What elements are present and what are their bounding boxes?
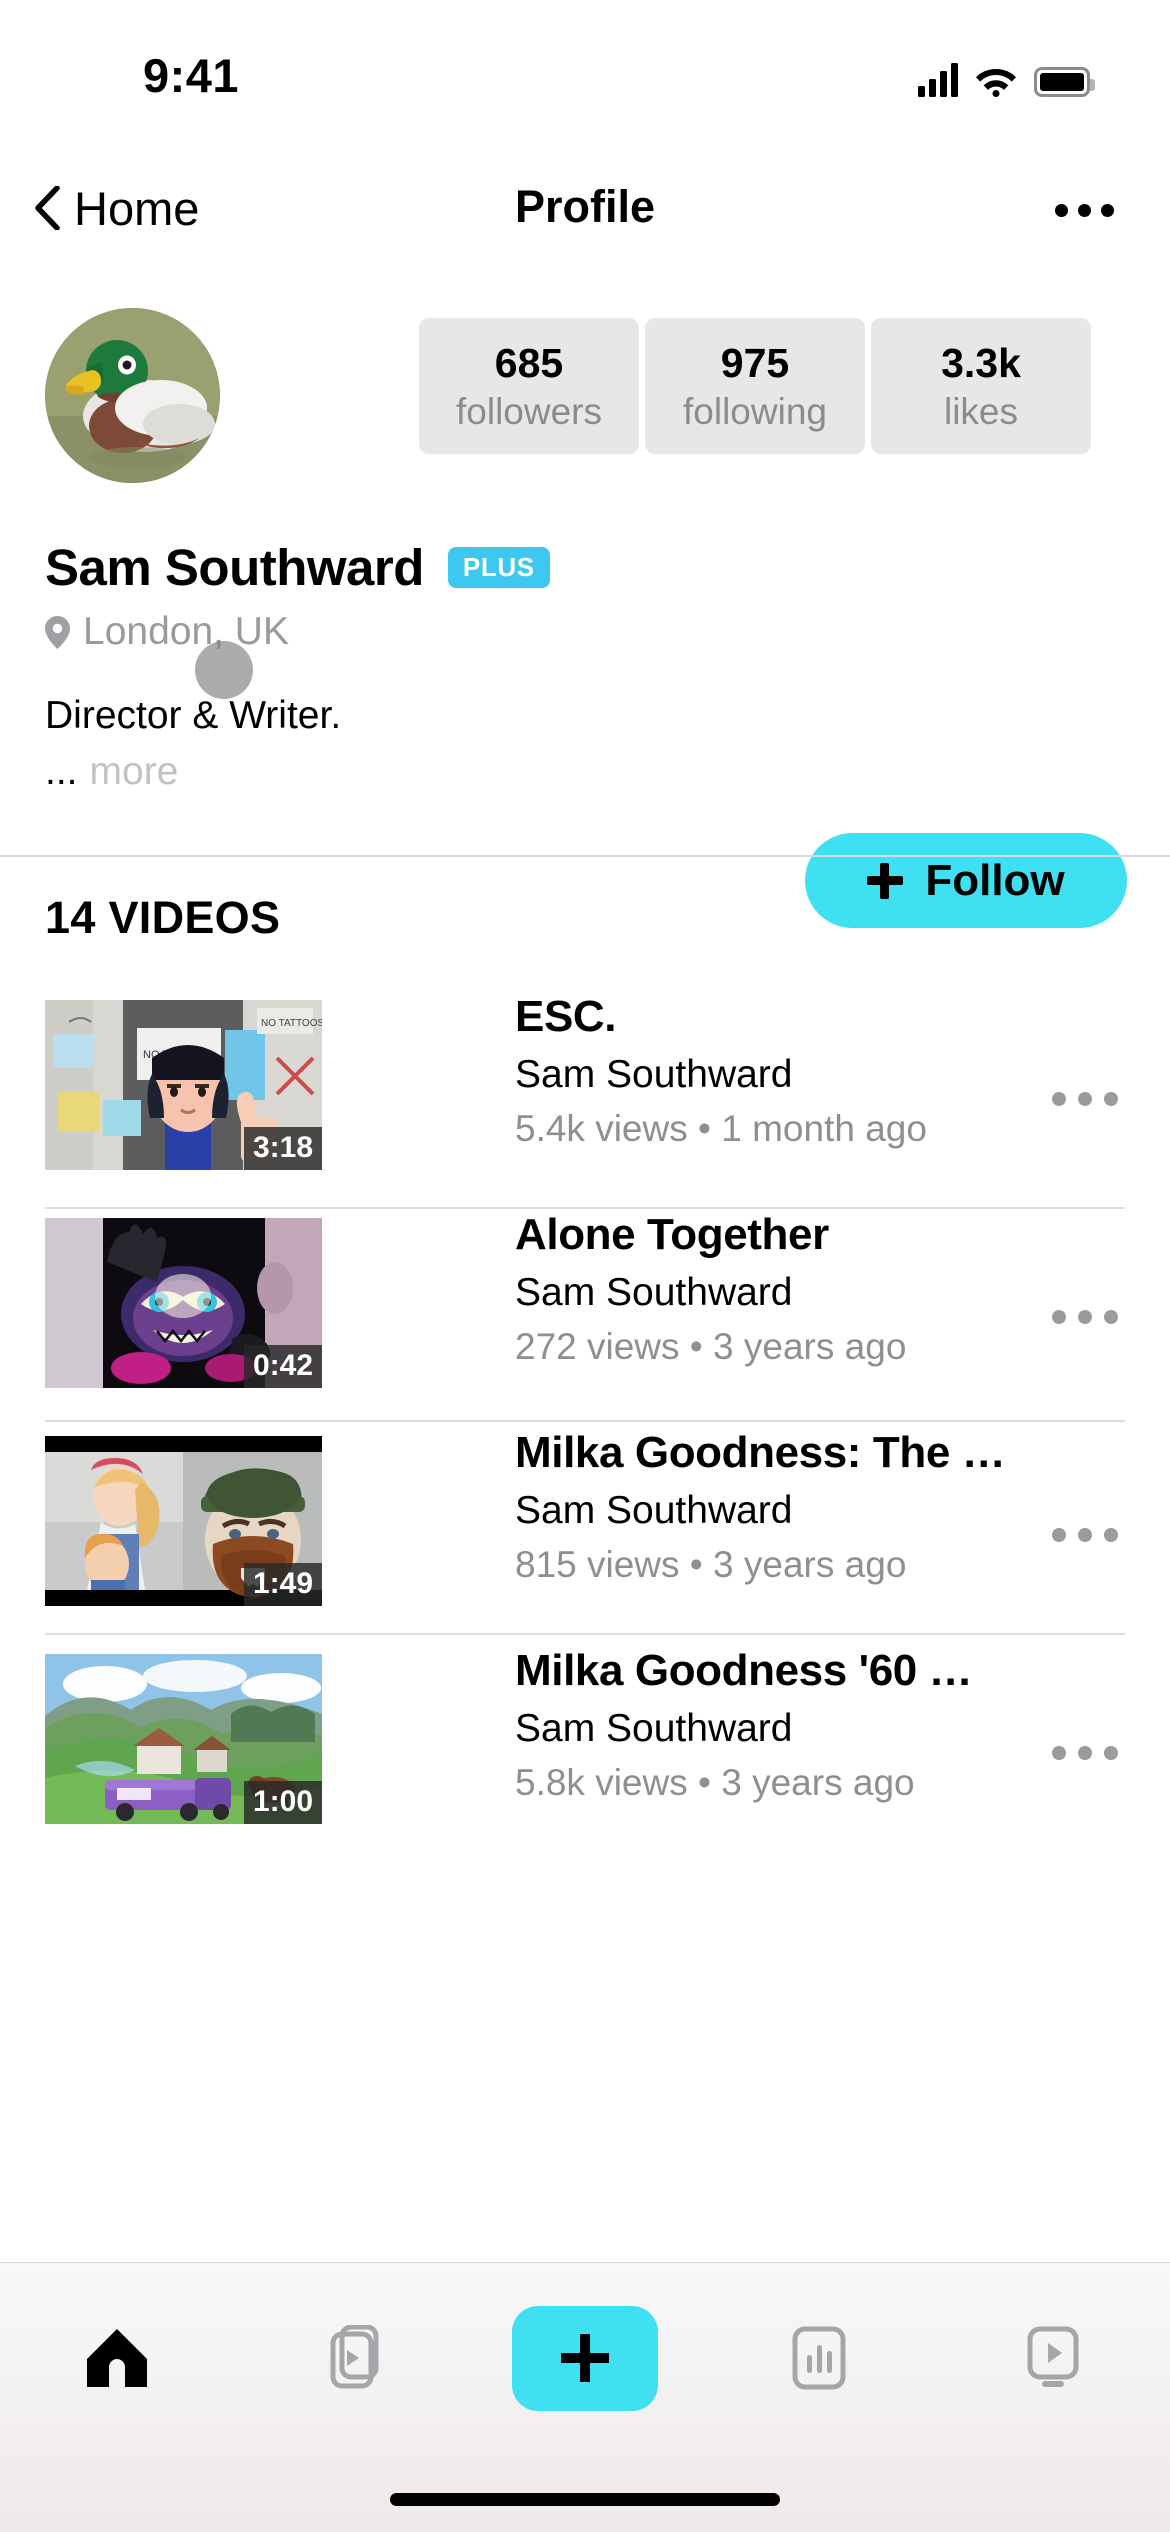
video-stats: 5.8k views • 3 years ago — [515, 1762, 915, 1803]
home-indicator — [390, 2493, 780, 2506]
create-tab[interactable] — [468, 2293, 702, 2423]
status-bar-time: 9:41 — [143, 49, 240, 102]
list-separator — [45, 1420, 1125, 1422]
plus-badge: PLUS — [447, 547, 550, 588]
video-overflow-menu-icon[interactable] — [1052, 1310, 1118, 1324]
map-pin-icon — [45, 615, 70, 649]
navigation-bar: Home Profile — [0, 155, 1170, 265]
home-tab[interactable] — [0, 2293, 234, 2423]
list-separator — [45, 1207, 1125, 1209]
create-button[interactable] — [512, 2305, 658, 2411]
video-title: Alone Together — [515, 1210, 829, 1259]
touch-cursor — [195, 641, 253, 699]
video-meta: Milka Goodness '60 … Sam Southward 5.8k … — [515, 1646, 995, 1804]
stat-followers[interactable]: 685 followers — [419, 318, 639, 454]
video-duration: 1:49 — [243, 1563, 322, 1606]
profile-name-row: Sam Southward PLUS — [45, 538, 550, 597]
home-icon — [87, 2329, 147, 2387]
wifi-icon — [975, 65, 1017, 97]
video-list-item[interactable]: 1:49 Milka Goodness: The … Sam Southward… — [0, 1428, 1170, 1648]
avatar[interactable] — [45, 308, 220, 483]
video-overflow-menu-icon[interactable] — [1052, 1746, 1118, 1760]
tv-play-icon — [1027, 2326, 1079, 2387]
status-bar: 9:41 — [0, 0, 1170, 150]
alone-together-thumbnail[interactable]: 0:42 — [45, 1218, 322, 1388]
video-overflow-menu-icon[interactable] — [1052, 1092, 1118, 1106]
battery-full-icon — [1034, 67, 1095, 97]
stat-following[interactable]: 975 following — [645, 318, 865, 454]
bar-chart-icon — [792, 2326, 846, 2390]
plus-icon — [867, 862, 904, 899]
video-meta: Alone Together Sam Southward 272 views •… — [515, 1210, 995, 1368]
follow-button[interactable]: Follow — [805, 833, 1127, 928]
bio-more-row[interactable]: ... more — [45, 750, 178, 794]
video-list-item[interactable]: 0:42 Alone Together Sam Southward 272 vi… — [0, 1210, 1170, 1430]
video-overflow-menu-icon[interactable] — [1052, 1528, 1118, 1542]
plus-icon — [561, 2334, 609, 2382]
analytics-tab[interactable] — [702, 2293, 936, 2423]
bio-more-link[interactable]: more — [90, 750, 179, 794]
stat-label: likes — [943, 390, 1019, 432]
esc-thumbnail[interactable]: NO TATTOOS NO TATTOOS — [45, 1000, 322, 1170]
duck-avatar — [45, 308, 220, 483]
milka-60-thumbnail[interactable]: 1:00 — [45, 1654, 322, 1824]
list-separator — [45, 1633, 1125, 1635]
video-stack-icon — [330, 2325, 379, 2389]
video-author: Sam Southward — [515, 1707, 793, 1750]
milka-the-thumbnail[interactable]: 1:49 — [45, 1436, 322, 1606]
stat-value: 3.3k — [941, 339, 1021, 386]
page-title: Profile — [514, 181, 656, 232]
video-author: Sam Southward — [515, 1053, 793, 1096]
bio-ellipsis: ... — [45, 750, 78, 793]
video-duration: 0:42 — [243, 1345, 322, 1388]
status-bar-icons — [918, 55, 1095, 97]
video-title: Milka Goodness '60 … — [515, 1646, 973, 1695]
video-title: ESC. — [515, 992, 617, 1041]
profile-bio: Director & Writer. — [45, 694, 342, 737]
video-meta: Milka Goodness: The … Sam Southward 815 … — [515, 1428, 1006, 1586]
svg-text:NO TATTOOS: NO TATTOOS — [261, 1018, 322, 1029]
video-stats: 272 views • 3 years ago — [515, 1326, 907, 1367]
video-list-item[interactable]: 1:00 Milka Goodness '60 … Sam Southward … — [0, 1646, 1170, 1866]
videos-section-heading: 14 VIDEOS — [45, 892, 281, 943]
video-duration: 1:00 — [243, 1781, 322, 1824]
profile-location: London, UK — [83, 610, 289, 653]
video-title: Milka Goodness: The … — [515, 1428, 1006, 1477]
overflow-menu-icon[interactable] — [1055, 185, 1114, 235]
video-author: Sam Southward — [515, 1489, 793, 1532]
cellular-bars-icon — [918, 63, 958, 97]
video-stats: 815 views • 3 years ago — [515, 1544, 907, 1585]
follow-button-label: Follow — [925, 855, 1065, 905]
video-duration: 3:18 — [243, 1127, 322, 1170]
stat-value: 975 — [720, 339, 790, 386]
profile-name: Sam Southward — [45, 539, 424, 596]
watch-tab[interactable] — [936, 2293, 1170, 2423]
profile-screen: 9:41 Home Profile 685 followers 975 foll… — [0, 0, 1170, 2532]
stat-likes[interactable]: 3.3k likes — [871, 318, 1091, 454]
profile-location-row: London, UK — [45, 610, 289, 654]
video-author: Sam Southward — [515, 1271, 793, 1314]
stats-row: 685 followers 975 following 3.3k likes — [419, 318, 1091, 454]
stat-label: followers — [456, 390, 602, 432]
video-stats: 5.4k views • 1 month ago — [515, 1108, 927, 1149]
video-list: NO TATTOOS NO TATTOOS — [0, 992, 1170, 1866]
section-divider — [0, 855, 1170, 857]
stat-label: following — [683, 390, 827, 432]
stat-value: 685 — [494, 339, 564, 386]
video-meta: ESC. Sam Southward 5.4k views • 1 month … — [515, 992, 995, 1150]
tab-bar — [0, 2262, 1170, 2532]
video-list-item[interactable]: NO TATTOOS NO TATTOOS — [0, 992, 1170, 1212]
library-tab[interactable] — [234, 2293, 468, 2423]
